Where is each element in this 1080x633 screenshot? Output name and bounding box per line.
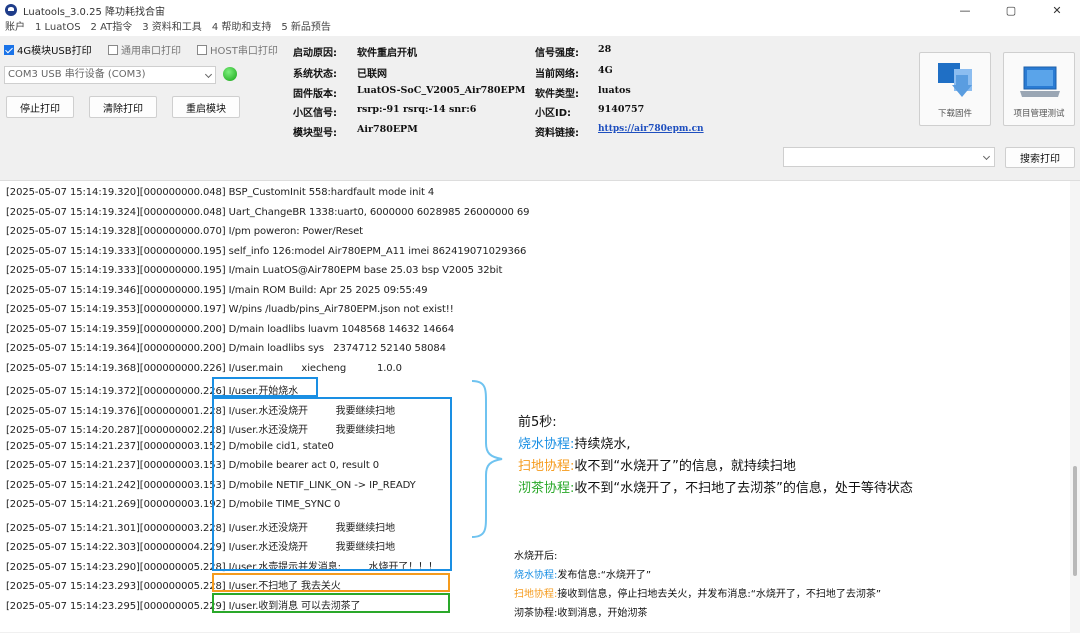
firmware-label: 固件版本: bbox=[293, 89, 337, 100]
control-panel: 4G模块USB打印 通用串口打印 HOST串口打印 COM3 USB 串行设备 … bbox=[0, 36, 1080, 180]
menu-account[interactable]: 账户 bbox=[0, 20, 30, 36]
cell-signal-value: rsrp:-91 rsrq:-14 snr:6 bbox=[357, 104, 477, 115]
first-five-seconds-highlight bbox=[212, 397, 452, 571]
docs-link[interactable]: https://air780epm.cn bbox=[598, 124, 704, 134]
log-line: [2025-05-07 15:14:19.368][000000000.226]… bbox=[6, 362, 402, 374]
model-label: 模块型号: bbox=[293, 128, 337, 139]
stop-print-button[interactable]: 停止打印 bbox=[6, 96, 74, 118]
log-line: [2025-05-07 15:14:19.353][000000000.197]… bbox=[6, 304, 454, 315]
network-label: 当前网络: bbox=[535, 69, 579, 80]
laptop-icon bbox=[1020, 66, 1060, 97]
project-test-button[interactable]: 项目管理测试 bbox=[1003, 52, 1075, 126]
menu-luatos[interactable]: 1 LuatOS bbox=[30, 20, 86, 36]
annotation-line: 沏茶协程:收不到“水烧开了，不扫地了去沏茶”的信息，处于等待状态 bbox=[518, 481, 913, 496]
project-test-label: 项目管理测试 bbox=[1013, 109, 1065, 119]
port-select[interactable]: COM3 USB 串行设备 (COM3) bbox=[4, 66, 216, 84]
system-state-value: 已联网 bbox=[357, 69, 387, 80]
search-print-button[interactable]: 搜索打印 bbox=[1005, 147, 1075, 168]
restart-module-button[interactable]: 重启模块 bbox=[172, 96, 240, 118]
chevron-down-icon bbox=[982, 152, 991, 161]
title-bar: Luatools_3.0.25 降功耗找合宙 — ▢ ✕ bbox=[0, 0, 1080, 20]
log-line: [2025-05-07 15:14:19.320][000000000.048]… bbox=[6, 187, 435, 198]
minimize-button[interactable]: — bbox=[942, 0, 988, 20]
log-scrollbar[interactable] bbox=[1070, 181, 1080, 633]
app-logo-icon bbox=[5, 4, 17, 16]
annotation-heading: 前5秒: bbox=[518, 415, 557, 430]
log-output[interactable]: [2025-05-07 15:14:19.320][000000000.048]… bbox=[0, 180, 1080, 633]
clear-print-button[interactable]: 清除打印 bbox=[89, 96, 157, 118]
system-state-label: 系统状态: bbox=[293, 69, 337, 80]
chevron-down-icon bbox=[204, 70, 213, 79]
boot-reason-value: 软件重启开机 bbox=[357, 48, 417, 59]
brace-icon bbox=[471, 380, 503, 538]
annotation-heading: 水烧开后: bbox=[514, 551, 558, 562]
window-title: Luatools_3.0.25 降功耗找合宙 bbox=[23, 6, 165, 18]
cell-signal-label: 小区信号: bbox=[293, 108, 337, 119]
close-button[interactable]: ✕ bbox=[1034, 0, 1080, 20]
signal-strength-value: 28 bbox=[598, 44, 612, 55]
uart-print-checkbox[interactable]: 通用串口打印 bbox=[108, 42, 181, 57]
download-firmware-button[interactable]: 下载固件 bbox=[919, 52, 991, 126]
log-line: [2025-05-07 15:14:19.333][000000000.195]… bbox=[6, 265, 503, 276]
software-type-label: 软件类型: bbox=[535, 89, 579, 100]
network-value: 4G bbox=[598, 65, 613, 76]
download-icon bbox=[938, 63, 972, 97]
model-value: Air780EPM bbox=[357, 124, 418, 135]
usb-print-checkbox[interactable]: 4G模块USB打印 bbox=[4, 42, 92, 57]
boot-reason-label: 启动原因: bbox=[293, 48, 337, 59]
sweep-stop-highlight bbox=[212, 573, 450, 592]
menu-at-commands[interactable]: 2 AT指令 bbox=[86, 20, 138, 36]
menu-bar: 账户 1 LuatOS 2 AT指令 3 资料和工具 4 帮助和支持 5 新品预… bbox=[0, 20, 1080, 36]
log-line: [2025-05-07 15:14:19.324][000000000.048]… bbox=[6, 206, 530, 218]
log-line: [2025-05-07 15:14:19.333][000000000.195]… bbox=[6, 245, 527, 257]
signal-strength-label: 信号强度: bbox=[535, 48, 579, 59]
cell-id-label: 小区ID: bbox=[535, 108, 572, 119]
software-type-value: luatos bbox=[598, 85, 631, 96]
download-firmware-label: 下载固件 bbox=[937, 109, 972, 119]
annotation-line: 扫地协程:收不到“水烧开了”的信息，就持续扫地 bbox=[518, 459, 796, 474]
host-print-checkbox[interactable]: HOST串口打印 bbox=[197, 42, 278, 57]
log-line: [2025-05-07 15:14:19.359][000000000.200]… bbox=[6, 323, 455, 335]
annotation-line: 烧水协程:发布信息:“水烧开了” bbox=[514, 570, 652, 581]
log-line: [2025-05-07 15:14:19.328][000000000.070]… bbox=[6, 226, 363, 237]
log-line: [2025-05-07 15:14:19.346][000000000.195]… bbox=[6, 284, 428, 296]
annotation-line: 烧水协程:持续烧水, bbox=[518, 437, 631, 452]
log-line: [2025-05-07 15:14:19.364][000000000.200]… bbox=[6, 343, 446, 354]
menu-help[interactable]: 4 帮助和支持 bbox=[207, 20, 277, 36]
firmware-value: LuatOS-SoC_V2005_Air780EPM bbox=[357, 85, 526, 96]
connection-status-icon bbox=[223, 67, 237, 81]
maximize-button[interactable]: ▢ bbox=[988, 0, 1034, 20]
scrollbar-thumb[interactable] bbox=[1073, 466, 1077, 576]
docs-label: 资料链接: bbox=[535, 128, 579, 139]
annotation-line: 扫地协程:接收到信息，停止扫地去关火，并发布消息:“水烧开了，不扫地了去沏茶” bbox=[514, 589, 882, 600]
search-input[interactable] bbox=[783, 147, 995, 167]
tea-start-highlight bbox=[212, 593, 450, 613]
boil-start-highlight bbox=[212, 377, 318, 397]
cell-id-value: 9140757 bbox=[598, 104, 645, 115]
menu-new-products[interactable]: 5 新品预告 bbox=[276, 20, 336, 36]
menu-resources[interactable]: 3 资料和工具 bbox=[137, 20, 207, 36]
annotation-line: 沏茶协程:收到消息，开始沏茶 bbox=[514, 608, 648, 619]
